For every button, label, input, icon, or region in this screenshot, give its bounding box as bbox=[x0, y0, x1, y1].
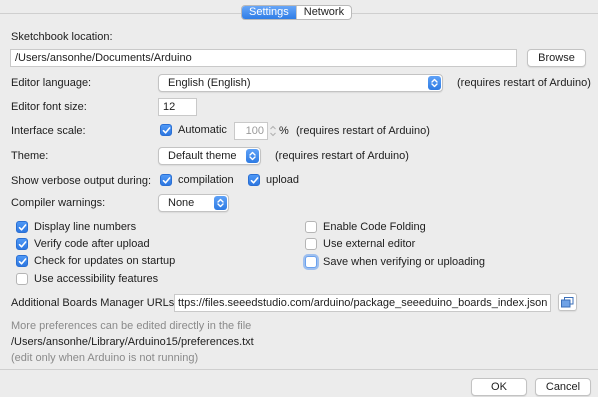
external-editor-checkbox[interactable]: Use external editor bbox=[305, 238, 415, 250]
theme-select[interactable]: Default theme bbox=[158, 147, 261, 165]
tab-bar: Settings Network bbox=[241, 5, 353, 20]
updown-chevron-icon bbox=[428, 76, 441, 90]
display-line-numbers-label: Display line numbers bbox=[34, 221, 137, 233]
compiler-warnings-select[interactable]: None bbox=[158, 194, 229, 212]
verbose-compilation-label: compilation bbox=[178, 174, 234, 186]
checkmark-icon bbox=[248, 174, 260, 186]
updown-chevron-icon bbox=[246, 149, 259, 163]
checkmark-icon bbox=[160, 124, 172, 136]
scale-percent-input[interactable]: 100 bbox=[234, 122, 268, 140]
editor-language-select[interactable]: English (English) bbox=[158, 74, 443, 92]
check-updates-label: Check for updates on startup bbox=[34, 255, 176, 267]
theme-label: Theme: bbox=[11, 150, 49, 162]
tab-settings[interactable]: Settings bbox=[242, 6, 296, 19]
check-updates-checkbox[interactable]: Check for updates on startup bbox=[16, 255, 175, 267]
ok-button[interactable]: OK bbox=[471, 378, 527, 396]
compiler-warnings-label: Compiler warnings: bbox=[11, 197, 106, 209]
checkmark-icon bbox=[16, 221, 28, 233]
accessibility-checkbox[interactable]: Use accessibility features bbox=[16, 273, 158, 285]
editor-language-value: English (English) bbox=[168, 77, 251, 89]
scale-stepper-icon[interactable] bbox=[269, 124, 277, 138]
font-size-input[interactable]: 12 bbox=[158, 98, 197, 116]
automatic-scale-label: Automatic bbox=[178, 124, 227, 136]
automatic-scale-checkbox[interactable]: Automatic bbox=[160, 124, 227, 136]
verify-after-upload-checkbox[interactable]: Verify code after upload bbox=[16, 238, 150, 250]
verbose-label: Show verbose output during: bbox=[11, 175, 152, 187]
verbose-compilation-checkbox[interactable]: compilation bbox=[160, 174, 234, 186]
prefs-info-line: More preferences can be edited directly … bbox=[11, 320, 252, 332]
accessibility-label: Use accessibility features bbox=[34, 273, 159, 285]
updown-chevron-icon bbox=[214, 196, 227, 210]
external-editor-label: Use external editor bbox=[323, 238, 416, 250]
verbose-upload-label: upload bbox=[266, 174, 300, 186]
prefs-edit-warning: (edit only when Arduino is not running) bbox=[11, 352, 199, 364]
window-stack-icon[interactable] bbox=[558, 293, 577, 311]
theme-note: (requires restart of Arduino) bbox=[275, 150, 409, 162]
compiler-warnings-value: None bbox=[168, 197, 195, 209]
boards-urls-label: Additional Boards Manager URLs: bbox=[11, 297, 178, 309]
sketchbook-label: Sketchbook location: bbox=[11, 31, 113, 43]
editor-language-note: (requires restart of Arduino) bbox=[457, 77, 591, 89]
preferences-dialog: Settings Network Sketchbook location: /U… bbox=[0, 0, 598, 397]
interface-scale-note: (requires restart of Arduino) bbox=[296, 125, 430, 137]
save-when-verifying-label: Save when verifying or uploading bbox=[323, 256, 486, 268]
code-folding-checkbox[interactable]: Enable Code Folding bbox=[305, 221, 426, 233]
save-when-verifying-checkbox[interactable]: Save when verifying or uploading bbox=[305, 256, 485, 268]
checkmark-icon bbox=[160, 174, 172, 186]
theme-value: Default theme bbox=[168, 150, 237, 162]
boards-urls-input[interactable]: ttps://files.seeedstudio.com/arduino/pac… bbox=[174, 294, 551, 312]
scale-unit: % bbox=[279, 125, 289, 137]
interface-scale-label: Interface scale: bbox=[11, 125, 86, 137]
checkmark-icon bbox=[16, 255, 28, 267]
verbose-upload-checkbox[interactable]: upload bbox=[248, 174, 299, 186]
tab-network[interactable]: Network bbox=[295, 6, 351, 19]
cancel-button[interactable]: Cancel bbox=[535, 378, 591, 396]
display-line-numbers-checkbox[interactable]: Display line numbers bbox=[16, 221, 136, 233]
font-size-label: Editor font size: bbox=[11, 101, 87, 113]
prefs-file-path: /Users/ansonhe/Library/Arduino15/prefere… bbox=[11, 336, 254, 348]
code-folding-label: Enable Code Folding bbox=[323, 221, 426, 233]
verify-after-upload-label: Verify code after upload bbox=[34, 238, 150, 250]
checkmark-icon bbox=[16, 238, 28, 250]
editor-language-label: Editor language: bbox=[11, 77, 92, 89]
sketchbook-path-input[interactable]: /Users/ansonhe/Documents/Arduino bbox=[10, 49, 517, 67]
browse-button[interactable]: Browse bbox=[527, 49, 586, 67]
